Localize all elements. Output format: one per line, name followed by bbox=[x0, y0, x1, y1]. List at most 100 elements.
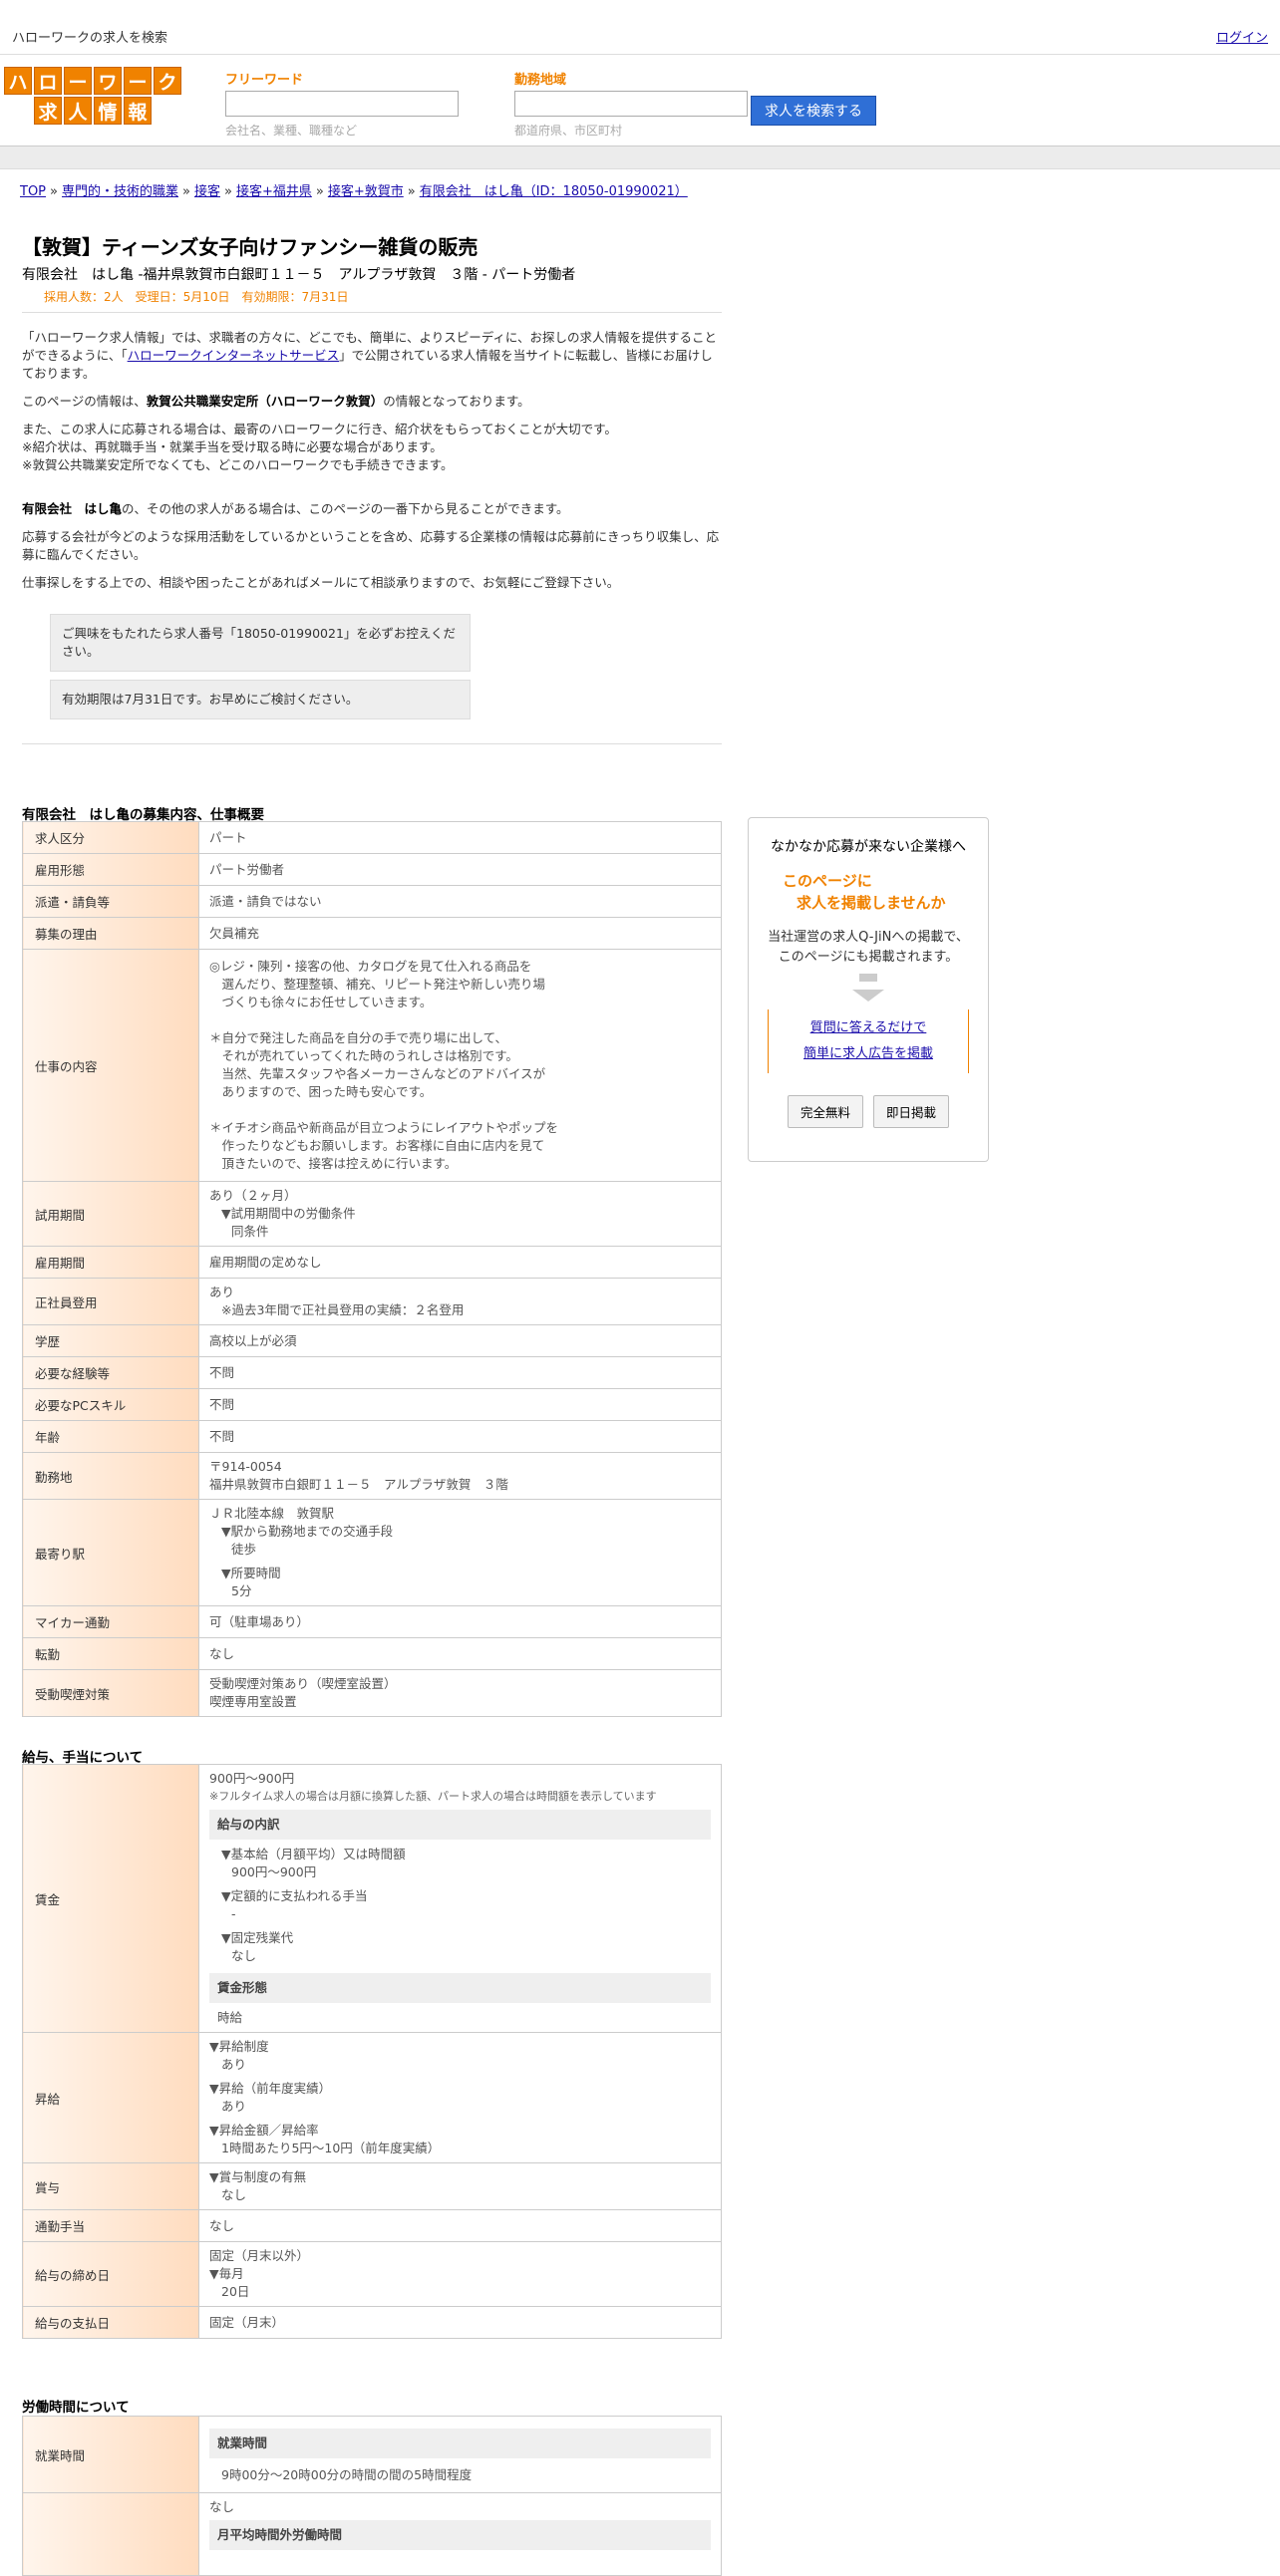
row-value: パート bbox=[198, 821, 722, 854]
job-title: 【敦賀】ティーンズ女子向けファンシー雑貨の販売 bbox=[22, 235, 479, 259]
breakdown-value: - bbox=[231, 1906, 236, 1921]
row-key: 必要なPCスキル bbox=[22, 1388, 199, 1421]
row-value: 欠員補充 bbox=[198, 917, 722, 950]
site-title: ハローワークの求人を検索 bbox=[12, 31, 168, 46]
table-row: 年齢 不問 bbox=[22, 1420, 722, 1453]
table-row: 募集の理由 欠員補充 bbox=[22, 917, 722, 950]
area-label: 勤務地域 bbox=[514, 73, 567, 88]
intro-paragraph: 有限会社 はし亀の、その他の求人がある場合は、このページの一番下から見ることがで… bbox=[22, 500, 720, 518]
wage-value: 900円〜900円 bbox=[209, 1771, 295, 1786]
breadcrumb-link[interactable]: 接客 bbox=[194, 184, 220, 199]
area-field: 勤務地域 都道府県、市区町村 bbox=[514, 69, 748, 139]
hellowork-logo[interactable]: ハ ロ ー ワ ー ク 求 人 情 報 bbox=[4, 67, 181, 125]
row-key: 試用期間 bbox=[22, 1181, 199, 1247]
breakdown-label: ▼固定残業代 bbox=[221, 1930, 294, 1945]
free-button[interactable]: 完全無料 bbox=[787, 1095, 863, 1128]
intro-paragraph: 「ハローワーク求人情報」では、求職者の方々に、どこでも、簡単に、よりスピーディに… bbox=[22, 329, 720, 383]
table-row: 必要な経験等 不問 bbox=[22, 1356, 722, 1389]
row-key: 雇用期間 bbox=[22, 1246, 199, 1279]
breadcrumb-link[interactable]: 専門的・技術的職業 bbox=[62, 184, 178, 199]
row-value: 900円〜900円 ※フルタイム求人の場合は月額に換算した額、パート求人の場合は… bbox=[198, 1764, 722, 2033]
station-sub-label: ▼駅から勤務地までの交通手段 bbox=[221, 1524, 394, 1539]
logo-char: 人 bbox=[64, 97, 92, 125]
intro-paragraph: 応募する会社が今どのような採用活動をしているかということを含め、応募する企業様の… bbox=[22, 529, 720, 562]
table-row: 雇用形態 パート労働者 bbox=[22, 853, 722, 886]
freeword-field: フリーワード 会社名、業種、職種など bbox=[225, 69, 459, 139]
station-sub-label: ▼所要時間 bbox=[221, 1566, 281, 1580]
desc-line: 当然、先輩スタッフや各メーカーさんなどのアドバイスが bbox=[209, 1066, 546, 1081]
notice-box: 有効期限は7月31日です。お早めにご検討ください。 bbox=[50, 680, 471, 719]
desc-line: それが売れていってくれた時のうれしさは格別です。 bbox=[209, 1048, 518, 1063]
company-name: 有限会社 はし亀 bbox=[22, 501, 123, 516]
wage-note: ※フルタイム求人の場合は月額に換算した額、パート求人の場合は時間額を表示していま… bbox=[209, 1790, 657, 1803]
breadcrumb-link[interactable]: 接客+福井県 bbox=[236, 184, 312, 199]
same-day-button[interactable]: 即日掲載 bbox=[873, 1095, 950, 1128]
row-value: あり（２ヶ月） ▼試用期間中の労働条件 同条件 bbox=[198, 1181, 722, 1247]
row-value: 〒914-0054 福井県敦賀市白銀町１１－５ アルプラザ敦賀 ３階 bbox=[198, 1452, 722, 1500]
intro-text-3: このページの情報は、 bbox=[22, 394, 147, 409]
intro-text: 「ハローワーク求人情報」では、求職者の方々に、どこでも、簡単に、よりスピーディに… bbox=[22, 329, 720, 719]
hours-table: 就業時間 就業時間 9時00分〜20時00分の時間の間の5時間程度 なし 月平均… bbox=[22, 2416, 722, 2576]
row-value: 固定（月末以外） ▼毎月 20日 bbox=[198, 2241, 722, 2307]
desc-line: 選んだり、整理整頓、補充、リピート発注や新しい売り場 bbox=[209, 977, 546, 992]
job-meta: 採用人数：2人 受理日：5月10日 有効期限：7月31日 bbox=[44, 290, 349, 304]
table-row: 必要なPCスキル 不問 bbox=[22, 1388, 722, 1421]
divider bbox=[22, 312, 722, 313]
search-button[interactable]: 求人を検索する bbox=[751, 96, 876, 126]
salary-table: 賃金 900円〜900円 ※フルタイム求人の場合は月額に換算した額、パート求人の… bbox=[22, 1764, 722, 2339]
ad-link[interactable]: 質問に答えるだけで bbox=[810, 1020, 927, 1035]
table-row: 就業時間 就業時間 9時00分〜20時00分の時間の間の5時間程度 bbox=[22, 2416, 722, 2493]
row-key: 受動喫煙対策 bbox=[22, 1669, 199, 1717]
breadcrumb: TOP» 専門的・技術的職業» 接客» 接客+福井県» 接客+敦賀市» 有限会社 はし亀（… bbox=[20, 184, 688, 199]
table-row: 仕事の内容 ◎レジ・陳列・接客の他、カタログを見て仕入れる商品を 選んだり、整理… bbox=[22, 949, 722, 1182]
hellowork-internet-link[interactable]: ハローワークインターネットサービス bbox=[128, 348, 340, 363]
row-key: 最寄り駅 bbox=[22, 1499, 199, 1606]
breadcrumb-link[interactable]: 接客+敦賀市 bbox=[328, 184, 404, 199]
table-row: 給与の締め日 固定（月末以外） ▼毎月 20日 bbox=[22, 2241, 722, 2307]
desc-line: ありますので、困った時も安心です。 bbox=[209, 1084, 433, 1099]
regular-note: ※過去3年間で正社員登用の実績：２名登用 bbox=[221, 1302, 465, 1317]
row-value: 可（駐車場あり） bbox=[198, 1605, 722, 1638]
station-sub-value: 5分 bbox=[231, 1583, 252, 1598]
breadcrumb-link[interactable]: 有限会社 はし亀（ID：18050-01990021） bbox=[420, 184, 688, 199]
trial-sub-label: ▼試用期間中の労働条件 bbox=[221, 1206, 356, 1221]
row-value: 不問 bbox=[198, 1388, 722, 1421]
row-key: 勤務地 bbox=[22, 1452, 199, 1500]
desc-line bbox=[209, 1011, 711, 1029]
ad-link-box: 質問に答えるだけで 簡単に求人広告を掲載 bbox=[768, 1009, 969, 1073]
table-row: 雇用期間 雇用期間の定めなし bbox=[22, 1246, 722, 1279]
ad-link[interactable]: 簡単に求人広告を掲載 bbox=[803, 1046, 933, 1061]
desc-line: ◎レジ・陳列・接客の他、カタログを見て仕入れる商品を bbox=[209, 959, 532, 974]
address: 福井県敦賀市白銀町１１－５ アルプラザ敦賀 ３階 bbox=[209, 1477, 508, 1492]
row-value: 不問 bbox=[198, 1420, 722, 1453]
area-input[interactable] bbox=[514, 91, 748, 117]
row-key: マイカー通勤 bbox=[22, 1605, 199, 1638]
table-row: 正社員登用 あり ※過去3年間で正社員登用の実績：２名登用 bbox=[22, 1278, 722, 1325]
ad-catch-line: このページに bbox=[783, 872, 872, 890]
ad-title: なかなか応募が来ない企業様へ bbox=[771, 839, 966, 855]
table-row: 給与の支払日 固定（月末） bbox=[22, 2306, 722, 2339]
row-key: 必要な経験等 bbox=[22, 1356, 199, 1389]
table-row: 通勤手当 なし bbox=[22, 2209, 722, 2242]
row-key: 給与の支払日 bbox=[22, 2306, 199, 2339]
desc-line: 頂きたいので、接客は控えめに行います。 bbox=[209, 1156, 458, 1171]
row-value: ▼昇給制度 あり ▼昇給（前年度実績） あり ▼昇給金額／昇給率 1時間あたり5… bbox=[198, 2032, 722, 2163]
section-title: 労働時間について bbox=[22, 2400, 130, 2416]
login-link[interactable]: ログイン bbox=[1216, 27, 1268, 46]
ad-description: 当社運営の求人Q-JiNへの掲載で、 このページにも掲載されます。 bbox=[749, 928, 988, 968]
notice-box: ご興味をもたれたら求人番号「18050-01990021」を必ずお控えください。 bbox=[50, 614, 471, 672]
desc-line bbox=[209, 1101, 711, 1119]
divider bbox=[22, 743, 722, 744]
desc-line: 作ったりなどもお願いします。お客様に自由に店内を見て bbox=[209, 1138, 545, 1153]
freeword-label: フリーワード bbox=[225, 73, 304, 88]
row-key: 求人区分 bbox=[22, 821, 199, 854]
breadcrumb-link[interactable]: TOP bbox=[20, 184, 46, 199]
intro-paragraph: また、この求人に応募される場合は、最寄のハローワークに行き、紹介状をもらっておく… bbox=[22, 421, 720, 474]
freeword-input[interactable] bbox=[225, 91, 459, 117]
wage-form-heading: 賃金形態 bbox=[209, 1973, 711, 2003]
freeword-hint: 会社名、業種、職種など bbox=[225, 124, 358, 138]
table-row: 勤務地 〒914-0054 福井県敦賀市白銀町１１－５ アルプラザ敦賀 ３階 bbox=[22, 1452, 722, 1500]
table-row: 賃金 900円〜900円 ※フルタイム求人の場合は月額に換算した額、パート求人の… bbox=[22, 1764, 722, 2033]
job-subtitle: 有限会社 はし亀 -福井県敦賀市白銀町１１－５ アルプラザ敦賀 ３階 - パート… bbox=[22, 267, 576, 283]
row-value: 固定（月末） bbox=[198, 2306, 722, 2339]
